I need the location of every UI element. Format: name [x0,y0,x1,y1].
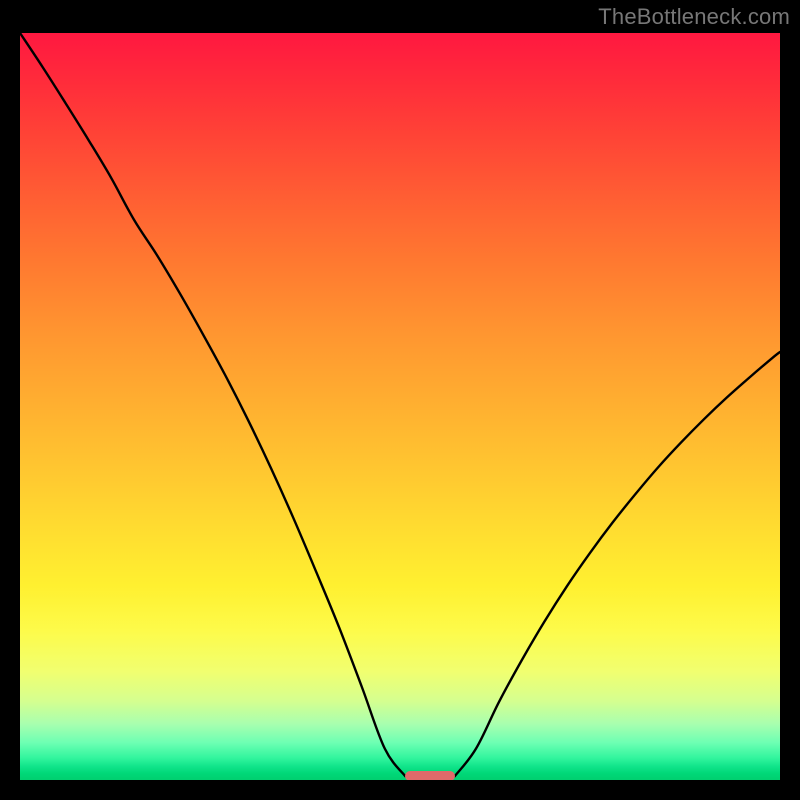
curve-svg [20,33,780,780]
watermark-text: TheBottleneck.com [598,4,790,30]
plot-area [20,33,780,780]
right-curve-path [455,352,780,776]
left-curve-path [20,33,405,776]
chart-container: TheBottleneck.com [0,0,800,800]
bottleneck-indicator [405,771,454,780]
